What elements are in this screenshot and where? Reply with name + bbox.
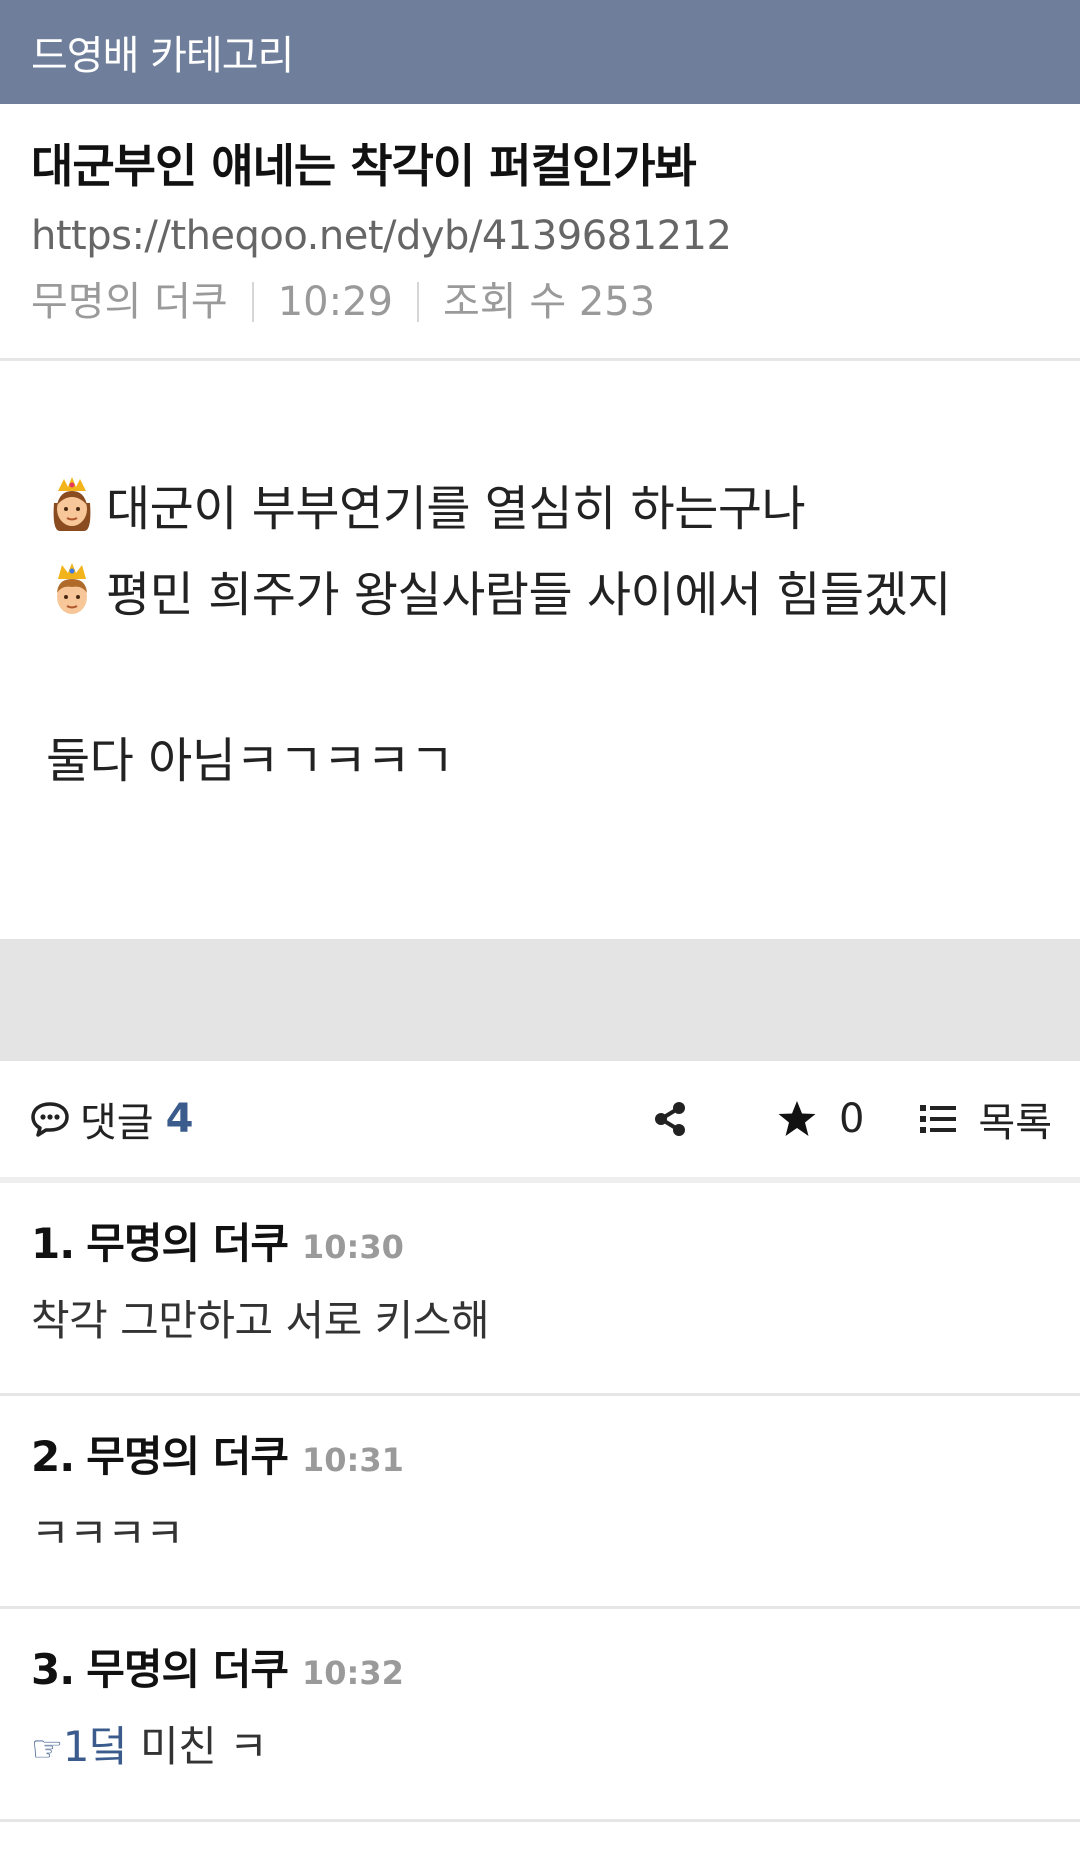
- post-meta: 무명의 더쿠 10:29 조회 수 253: [31, 274, 1049, 330]
- section-divider: [0, 939, 1080, 1061]
- post-views: 조회 수 253: [443, 279, 656, 325]
- post-body: 대군이 부부연기를 열심히 하는구나 평민 희주가 왕실사람들 사이에서 힘들겠…: [0, 361, 1080, 939]
- body-text: 평민 희주가 왕실사람들 사이에서 힘들겠지: [106, 567, 951, 623]
- comment-count[interactable]: 댓글 4: [30, 1090, 193, 1148]
- list-icon: [920, 1104, 957, 1134]
- comment-number: 1.: [31, 1219, 75, 1268]
- body-text: 대군이 부부연기를 열심히 하는구나: [106, 481, 806, 537]
- comment-item: 1. 무명의 더쿠 10:30 착각 그만하고 서로 키스해: [0, 1183, 1080, 1396]
- comment-author[interactable]: 무명의 더쿠: [86, 1213, 289, 1275]
- comment-time: 10:31: [302, 1441, 404, 1479]
- toolbar-actions: 0 목록: [653, 1090, 1052, 1148]
- pointing-hand-icon: ☞: [31, 1729, 63, 1770]
- post-header: 대군부인 얘네는 착각이 퍼컬인가봐 https://theqoo.net/dy…: [0, 104, 1080, 361]
- meta-divider: [251, 282, 254, 322]
- comment-text: ☞1덬 미친 ㅋ: [31, 1718, 1049, 1779]
- share-icon: [653, 1101, 687, 1137]
- comment-author[interactable]: 무명의 더쿠: [86, 1426, 289, 1488]
- category-header[interactable]: 드영배 카테고리: [0, 0, 1080, 104]
- star-icon: [777, 1100, 817, 1138]
- reply-reference-link[interactable]: 1덬: [63, 1722, 128, 1771]
- speech-bubble-icon: [30, 1101, 70, 1137]
- comment-time: 10:30: [302, 1228, 404, 1266]
- comment-toolbar: 댓글 4 0 목록: [0, 1061, 1080, 1183]
- comment-number: 3.: [31, 1645, 75, 1694]
- comment-text: 착각 그만하고 서로 키스해: [31, 1296, 490, 1345]
- comment-body: 미친 ㅋ: [127, 1722, 268, 1771]
- post-url[interactable]: https://theqoo.net/dyb/4139681212: [31, 208, 1049, 264]
- comment-text: ㅋㅋㅋㅋ: [31, 1509, 184, 1558]
- comment-header: 2. 무명의 더쿠 10:31: [31, 1426, 1049, 1491]
- post-title: 대군부인 얘네는 착각이 퍼컬인가봐: [31, 139, 697, 193]
- comment-header: 3. 무명의 더쿠 10:32: [31, 1639, 1049, 1704]
- favorite-count: 0: [838, 1096, 865, 1142]
- comment-label: 댓글: [80, 1100, 154, 1146]
- body-line: 대군이 부부연기를 열심히 하는구나: [46, 461, 1080, 547]
- body-line: 둘다 아님ㅋㄱㅋㅋㄱ: [46, 713, 1080, 799]
- comment-header: 1. 무명의 더쿠 10:30: [31, 1213, 1049, 1278]
- princess-emoji: [46, 475, 98, 533]
- comment-author[interactable]: 무명의 더쿠: [86, 1639, 289, 1701]
- share-button[interactable]: [653, 1101, 687, 1137]
- post-time: 10:29: [277, 279, 393, 325]
- meta-divider: [417, 282, 419, 322]
- comment-item: 3. 무명의 더쿠 10:32 ☞1덬 미친 ㅋ: [0, 1609, 1080, 1822]
- list-label: 목록: [978, 1100, 1052, 1146]
- comment-count-value: 4: [165, 1096, 194, 1142]
- post-author[interactable]: 무명의 더쿠: [31, 274, 228, 330]
- body-text: 둘다 아님ㅋㄱㅋㅋㄱ: [46, 733, 454, 789]
- body-line: 평민 희주가 왕실사람들 사이에서 힘들겠지: [46, 547, 1080, 633]
- prince-emoji: [46, 561, 98, 619]
- comment-time: 10:32: [302, 1654, 404, 1692]
- favorite-button[interactable]: 0: [777, 1096, 864, 1142]
- category-title[interactable]: 드영배 카테고리: [31, 23, 294, 81]
- comment-number: 2.: [31, 1432, 75, 1481]
- list-button[interactable]: 목록: [920, 1090, 1052, 1148]
- comment-item: 2. 무명의 더쿠 10:31 ㅋㅋㅋㅋ: [0, 1396, 1080, 1609]
